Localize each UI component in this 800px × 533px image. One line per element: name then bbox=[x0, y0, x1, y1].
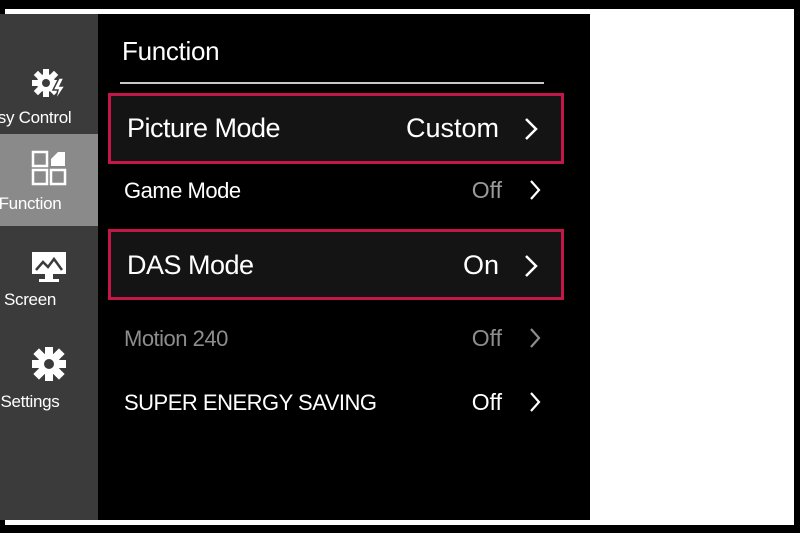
menu-row-super-energy-saving[interactable]: SUPER ENERGY SAVING Off bbox=[108, 376, 564, 430]
menu-row-motion-240: Motion 240 Off bbox=[108, 314, 564, 368]
grid-icon bbox=[0, 148, 98, 186]
menu-row-picture-mode[interactable]: Picture Mode Custom bbox=[108, 93, 564, 164]
osd-sidebar: asy Control Function bbox=[0, 14, 98, 520]
sidebar-item-easy-control[interactable]: asy Control bbox=[0, 54, 98, 142]
row-value: Custom bbox=[405, 113, 499, 143]
row-label: Picture Mode bbox=[127, 113, 281, 143]
gear-icon bbox=[0, 344, 98, 382]
frame-bottom-border bbox=[0, 525, 800, 533]
row-value: Off bbox=[471, 325, 502, 351]
sidebar-item-function[interactable]: Function bbox=[0, 134, 98, 226]
sidebar-item-label: Function bbox=[0, 194, 62, 213]
sidebar-item-label: asy Control bbox=[0, 108, 72, 127]
row-label: Motion 240 bbox=[124, 326, 228, 351]
frame-right-border bbox=[794, 0, 800, 533]
chevron-right-icon bbox=[530, 180, 541, 200]
sidebar-item-screen[interactable]: Screen bbox=[0, 240, 98, 328]
title-divider bbox=[120, 82, 544, 84]
row-label: DAS Mode bbox=[127, 250, 254, 280]
monitor-osd-menu: asy Control Function bbox=[0, 14, 590, 520]
gear-lightning-icon bbox=[0, 66, 98, 104]
chevron-right-icon bbox=[525, 255, 538, 277]
sidebar-item-settings[interactable]: Settings bbox=[0, 336, 98, 424]
chevron-right-icon bbox=[530, 328, 541, 348]
sidebar-item-label: Settings bbox=[0, 392, 60, 411]
chevron-right-icon bbox=[525, 118, 538, 140]
row-value: Off bbox=[471, 177, 502, 203]
frame-top-border bbox=[0, 0, 800, 9]
monitor-icon bbox=[0, 248, 98, 286]
menu-row-das-mode[interactable]: DAS Mode On bbox=[108, 229, 564, 300]
menu-row-game-mode[interactable]: Game Mode Off bbox=[108, 164, 564, 218]
chevron-right-icon bbox=[530, 392, 541, 412]
row-value: Off bbox=[471, 389, 502, 415]
panel-title: Function bbox=[122, 36, 220, 66]
row-value: On bbox=[462, 250, 499, 280]
function-panel: Function Picture Mode Custom Game Mode O… bbox=[98, 14, 588, 520]
row-label: Game Mode bbox=[124, 178, 241, 203]
row-label: SUPER ENERGY SAVING bbox=[124, 390, 377, 415]
sidebar-item-label: Screen bbox=[3, 290, 57, 309]
